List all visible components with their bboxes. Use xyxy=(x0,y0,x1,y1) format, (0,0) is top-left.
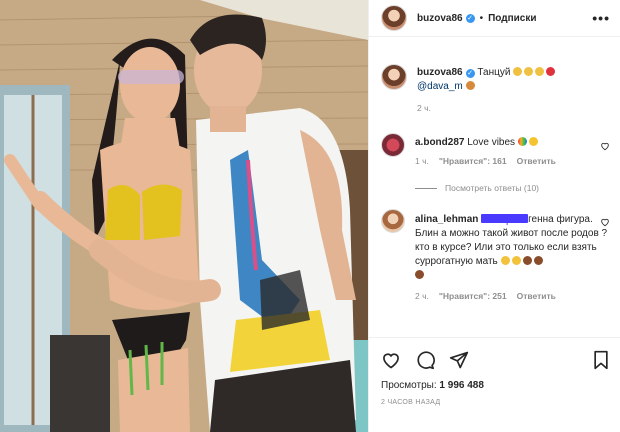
bookmark-icon[interactable] xyxy=(592,350,610,370)
caption-row: buzova86 ✓ Танцуй @dava_m 2 ч. xyxy=(381,37,610,113)
post-age[interactable]: 2 ЧАСОВ НАЗАД xyxy=(381,399,610,406)
comment-row: alina_lehman Шикарнаягенна фигура. Блин … xyxy=(381,209,610,301)
post-actions: Просмотры: 1 996 488 2 ЧАСОВ НАЗАД xyxy=(369,337,620,406)
comment-text-first-line: генна фигура. xyxy=(528,214,593,225)
comment-time[interactable]: 2 ч. xyxy=(415,291,429,301)
person-emoji-icon xyxy=(533,256,543,265)
photo-illustration xyxy=(0,0,368,432)
heart-icon[interactable] xyxy=(381,350,401,370)
comment-meta: 1 ч. "Нравится": 161 Ответить xyxy=(415,156,610,166)
caption-username[interactable]: buzova86 xyxy=(417,67,463,78)
reply-button[interactable]: Ответить xyxy=(517,291,556,301)
verified-icon: ✓ xyxy=(465,69,475,78)
party-popper-icon xyxy=(524,67,534,76)
yellow-heart-icon xyxy=(528,137,538,146)
author-username[interactable]: buzova86 xyxy=(417,13,463,24)
reply-button[interactable]: Ответить xyxy=(517,156,556,166)
comment-time[interactable]: 1 ч. xyxy=(415,156,429,166)
instagram-post: buzova86 ✓ • Подписки ••• buzova86 ✓ Танц… xyxy=(0,0,620,432)
comment-icon[interactable] xyxy=(415,350,435,370)
comments-list: buzova86 ✓ Танцуй @dava_m 2 ч. a.bond287… xyxy=(369,37,620,301)
separator-dot: • xyxy=(479,12,484,24)
verified-icon: ✓ xyxy=(465,13,475,23)
comment-body: alina_lehman Шикарнаягенна фигура. Блин … xyxy=(415,209,610,301)
face-emoji-icon xyxy=(511,256,521,265)
comment-row: a.bond287 Love vibes 1 ч. "Нравится": 16… xyxy=(381,133,610,166)
comment-likes[interactable]: "Нравится": 161 xyxy=(439,156,507,166)
replies-divider xyxy=(415,187,437,189)
red-heart-icon xyxy=(546,67,556,76)
views-label: Просмотры: xyxy=(381,380,437,391)
comment-username[interactable]: alina_lehman xyxy=(415,214,478,225)
view-replies-label: Посмотреть ответы (10) xyxy=(445,183,539,193)
redacted-text: Шикарная xyxy=(481,214,529,226)
views-value: 1 996 488 xyxy=(439,380,484,391)
party-popper-icon xyxy=(535,67,545,76)
person-emoji-icon xyxy=(522,256,532,265)
commenter-avatar[interactable] xyxy=(381,209,405,233)
face-emoji-icon xyxy=(500,256,510,265)
person-emoji-icon xyxy=(415,270,424,279)
caption-body: buzova86 ✓ Танцуй @dava_m 2 ч. xyxy=(417,64,610,113)
post-header: buzova86 ✓ • Подписки ••• xyxy=(369,0,620,37)
following-button[interactable]: Подписки xyxy=(488,13,536,24)
share-icon[interactable] xyxy=(449,350,469,370)
more-options-icon[interactable]: ••• xyxy=(592,10,610,26)
comment-text: Love vibes xyxy=(467,137,516,148)
post-photo[interactable] xyxy=(0,0,368,432)
caption-avatar[interactable] xyxy=(381,64,407,90)
views-count: Просмотры: 1 996 488 xyxy=(381,380,610,391)
caption-time[interactable]: 2 ч. xyxy=(417,103,431,113)
face-emoji-icon xyxy=(465,81,475,90)
view-replies-button[interactable]: Посмотреть ответы (10) xyxy=(415,183,610,193)
caption-meta: 2 ч. xyxy=(417,103,610,113)
author-avatar[interactable] xyxy=(381,5,407,31)
comment-like-icon[interactable] xyxy=(600,141,610,151)
party-popper-icon xyxy=(513,67,523,76)
caption-mention[interactable]: @dava_m xyxy=(417,81,463,92)
emoji-icons xyxy=(513,67,557,78)
post-sidebar: buzova86 ✓ • Подписки ••• buzova86 ✓ Танц… xyxy=(368,0,620,432)
rainbow-emoji-icon xyxy=(517,137,527,146)
comment-username[interactable]: a.bond287 xyxy=(415,137,464,148)
action-icons xyxy=(381,350,610,370)
comment-likes[interactable]: "Нравится": 251 xyxy=(439,291,507,301)
comment-like-icon[interactable] xyxy=(600,217,610,227)
comment-body: a.bond287 Love vibes 1 ч. "Нравится": 16… xyxy=(415,133,610,166)
comment-meta: 2 ч. "Нравится": 251 Ответить xyxy=(415,291,610,301)
caption-text: Танцуй xyxy=(477,67,511,78)
commenter-avatar[interactable] xyxy=(381,133,405,157)
